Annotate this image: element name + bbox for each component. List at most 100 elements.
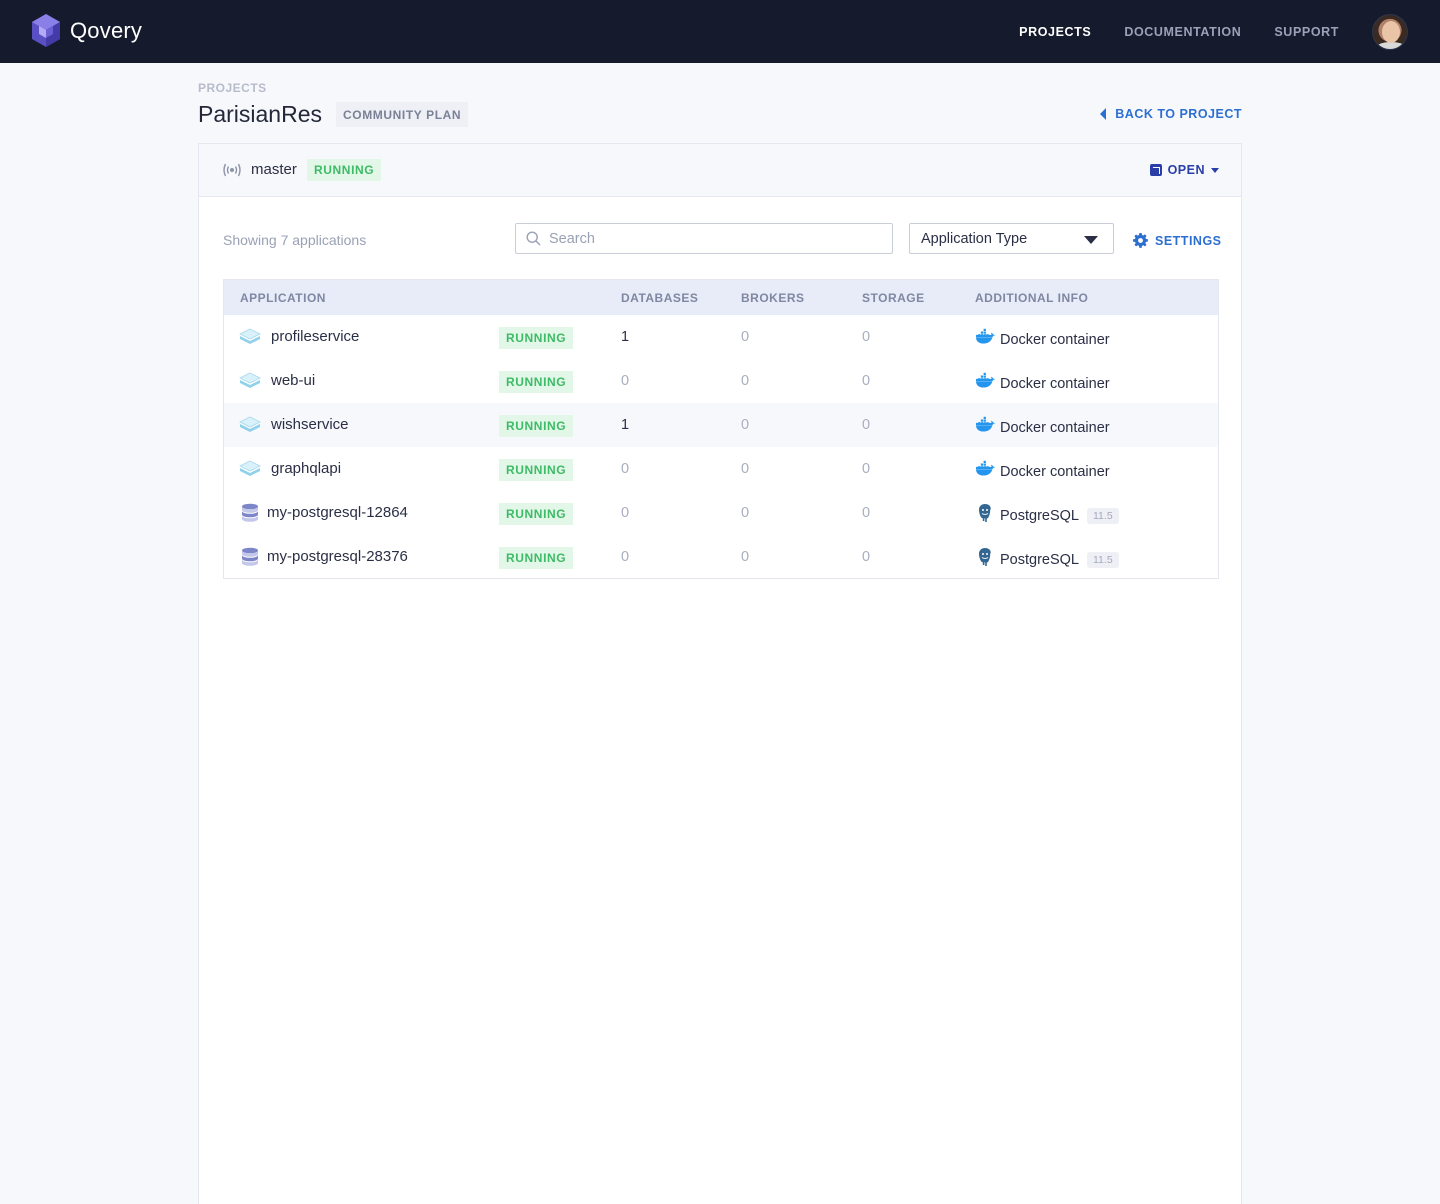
user-avatar[interactable] <box>1372 14 1408 50</box>
version-badge: 11.5 <box>1087 507 1119 524</box>
application-name[interactable]: graphqlapi <box>271 460 341 477</box>
status-badge: RUNNING <box>499 547 574 569</box>
chevron-down-icon <box>1211 167 1219 173</box>
info-text: Docker container <box>1000 463 1110 480</box>
environment-panel: master RUNNING OPEN Showing 7 applicatio… <box>198 143 1242 1204</box>
back-to-project-link[interactable]: BACK TO PROJECT <box>1100 107 1242 121</box>
brokers-count: 0 <box>741 329 750 345</box>
search-field[interactable] <box>515 223 893 254</box>
application-name[interactable]: my-postgresql-28376 <box>267 548 408 565</box>
table-row[interactable]: graphqlapi RUNNING 0 0 0 Docker container <box>224 447 1218 491</box>
application-name[interactable]: my-postgresql-12864 <box>267 504 408 521</box>
status-badge: RUNNING <box>499 503 574 525</box>
search-input[interactable] <box>549 230 869 247</box>
additional-info: PostgreSQL 11.5 <box>975 547 1119 572</box>
info-text: PostgreSQL <box>1000 551 1079 568</box>
application-name[interactable]: profileservice <box>271 328 359 345</box>
storage-count: 0 <box>862 549 871 565</box>
databases-count: 1 <box>621 417 630 433</box>
application-icon <box>239 459 261 479</box>
gear-icon <box>1133 233 1148 248</box>
application-name[interactable]: web-ui <box>271 372 315 389</box>
docker-icon <box>975 415 1000 440</box>
column-header-storage: STORAGE <box>862 291 925 305</box>
settings-button[interactable]: SETTINGS <box>1133 233 1222 248</box>
databases-count: 0 <box>621 461 630 477</box>
qovery-logo[interactable]: Qovery <box>32 14 142 47</box>
nav-link-projects[interactable]: PROJECTS <box>1019 25 1091 39</box>
brokers-count: 0 <box>741 505 750 521</box>
nav-link-documentation[interactable]: DOCUMENTATION <box>1124 25 1241 39</box>
databases-count: 0 <box>621 549 630 565</box>
application-icon <box>239 371 261 391</box>
docker-icon <box>975 371 1000 396</box>
table-row[interactable]: my-postgresql-28376 RUNNING 0 0 0 PostgreSQL 1… <box>224 535 1218 579</box>
brokers-count: 0 <box>741 417 750 433</box>
status-badge: RUNNING <box>499 327 574 349</box>
info-text: PostgreSQL <box>1000 507 1079 524</box>
environment-name: master <box>251 161 297 178</box>
application-type-select-value: Application Type <box>921 230 1028 247</box>
table-row[interactable]: web-ui RUNNING 0 0 0 Docker container <box>224 359 1218 403</box>
column-header-databases: DATABASES <box>621 291 699 305</box>
breadcrumb[interactable]: PROJECTS <box>198 81 267 95</box>
table-row[interactable]: my-postgresql-12864 RUNNING 0 0 0 PostgreSQL 1… <box>224 491 1218 535</box>
storage-count: 0 <box>862 373 871 389</box>
storage-count: 0 <box>862 417 871 433</box>
status-badge: RUNNING <box>499 415 574 437</box>
storage-count: 0 <box>862 505 871 521</box>
search-icon <box>526 231 541 246</box>
nav-links: PROJECTS DOCUMENTATION SUPPORT <box>986 0 1339 63</box>
databases-count: 0 <box>621 373 630 389</box>
databases-count: 1 <box>621 329 630 345</box>
open-label: OPEN <box>1167 163 1205 177</box>
environment-status-badge: RUNNING <box>307 159 382 181</box>
additional-info: Docker container <box>975 371 1110 396</box>
docker-icon <box>975 459 1000 484</box>
application-type-select[interactable]: Application Type <box>909 223 1114 254</box>
column-header-brokers: BROKERS <box>741 291 805 305</box>
logo-text: Qovery <box>70 17 143 43</box>
additional-info: PostgreSQL 11.5 <box>975 503 1119 528</box>
environment-bar: master RUNNING OPEN <box>199 144 1241 197</box>
plan-badge: COMMUNITY PLAN <box>336 102 469 127</box>
status-badge: RUNNING <box>499 459 574 481</box>
caret-left-icon <box>1100 108 1107 120</box>
column-header-application: APPLICATION <box>240 291 326 305</box>
brokers-count: 0 <box>741 549 750 565</box>
info-text: Docker container <box>1000 331 1110 348</box>
broadcast-icon <box>223 163 241 177</box>
avatar-shirt <box>1375 42 1407 49</box>
settings-label: SETTINGS <box>1155 233 1222 248</box>
back-link-label: BACK TO PROJECT <box>1115 107 1242 121</box>
brokers-count: 0 <box>741 461 750 477</box>
table-row[interactable]: profileservice RUNNING 1 0 0 Docker container <box>224 315 1218 359</box>
database-icon <box>239 547 261 567</box>
info-text: Docker container <box>1000 375 1110 392</box>
info-text: Docker container <box>1000 419 1110 436</box>
page-title: ParisianRes <box>198 101 322 127</box>
storage-count: 0 <box>862 329 871 345</box>
table-header: APPLICATION DATABASES BROKERS STORAGE AD… <box>224 280 1218 315</box>
additional-info: Docker container <box>975 415 1110 440</box>
docker-icon <box>975 327 1000 352</box>
brokers-count: 0 <box>741 373 750 389</box>
additional-info: Docker container <box>975 459 1110 484</box>
version-badge: 11.5 <box>1087 551 1119 568</box>
qovery-cube-icon <box>32 14 60 47</box>
postgresql-icon <box>975 547 1000 572</box>
status-badge: RUNNING <box>499 371 574 393</box>
open-dropdown-button[interactable]: OPEN <box>1149 163 1219 177</box>
avatar-face <box>1382 21 1400 43</box>
external-link-icon <box>1149 164 1162 176</box>
additional-info: Docker container <box>975 327 1110 352</box>
databases-count: 0 <box>621 505 630 521</box>
database-icon <box>239 503 261 523</box>
storage-count: 0 <box>862 461 871 477</box>
applications-table: APPLICATION DATABASES BROKERS STORAGE AD… <box>223 279 1219 579</box>
top-navbar: Qovery PROJECTS DOCUMENTATION SUPPORT <box>0 0 1440 63</box>
table-row[interactable]: wishservice RUNNING 1 0 0 Docker container <box>224 403 1218 447</box>
application-name[interactable]: wishservice <box>271 416 349 433</box>
applications-count: Showing 7 applications <box>223 232 367 248</box>
nav-link-support[interactable]: SUPPORT <box>1274 25 1339 39</box>
